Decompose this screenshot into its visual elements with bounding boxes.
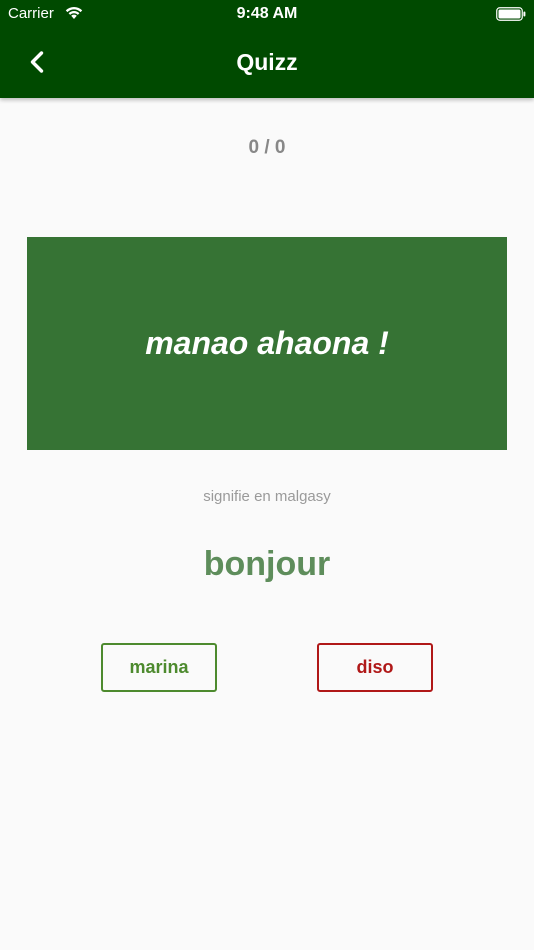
phrase-card: manao ahaona !	[27, 237, 507, 450]
score-counter: 0 / 0	[248, 137, 286, 158]
battery-icon	[496, 7, 526, 21]
status-time: 9:48 AM	[236, 5, 298, 22]
phrase-text: manao ahaona !	[145, 325, 389, 361]
translation-text: bonjour	[203, 545, 331, 583]
true-answer-button[interactable]: marina	[101, 643, 217, 692]
app-bar: Carrier 9:48 AM Quizz	[0, 0, 534, 98]
status-bar: Carrier 9:48 AM	[0, 0, 534, 28]
false-answer-button[interactable]: diso	[317, 643, 433, 692]
hint-text: signifie en malgasy	[203, 488, 331, 505]
navigation-bar: Quizz	[0, 28, 534, 98]
page-title: Quizz	[236, 49, 298, 75]
